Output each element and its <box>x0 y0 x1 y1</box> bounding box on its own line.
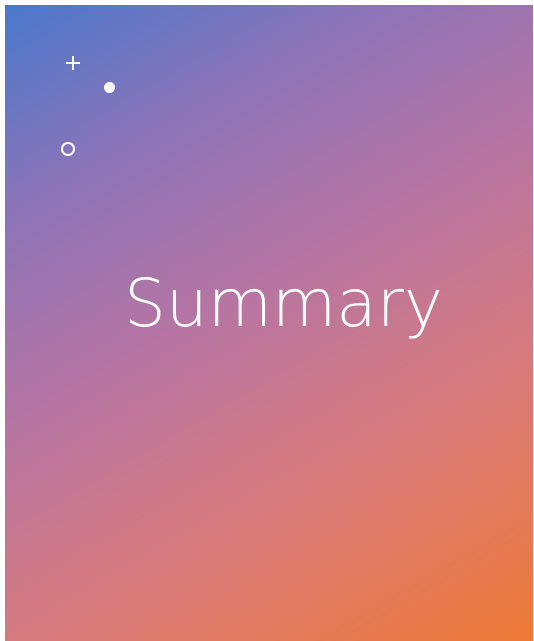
slide: Summary <box>5 5 533 641</box>
dot-icon <box>104 82 115 93</box>
slide-title: Summary <box>124 265 443 342</box>
ring-icon <box>61 142 75 156</box>
plus-icon <box>65 55 81 71</box>
